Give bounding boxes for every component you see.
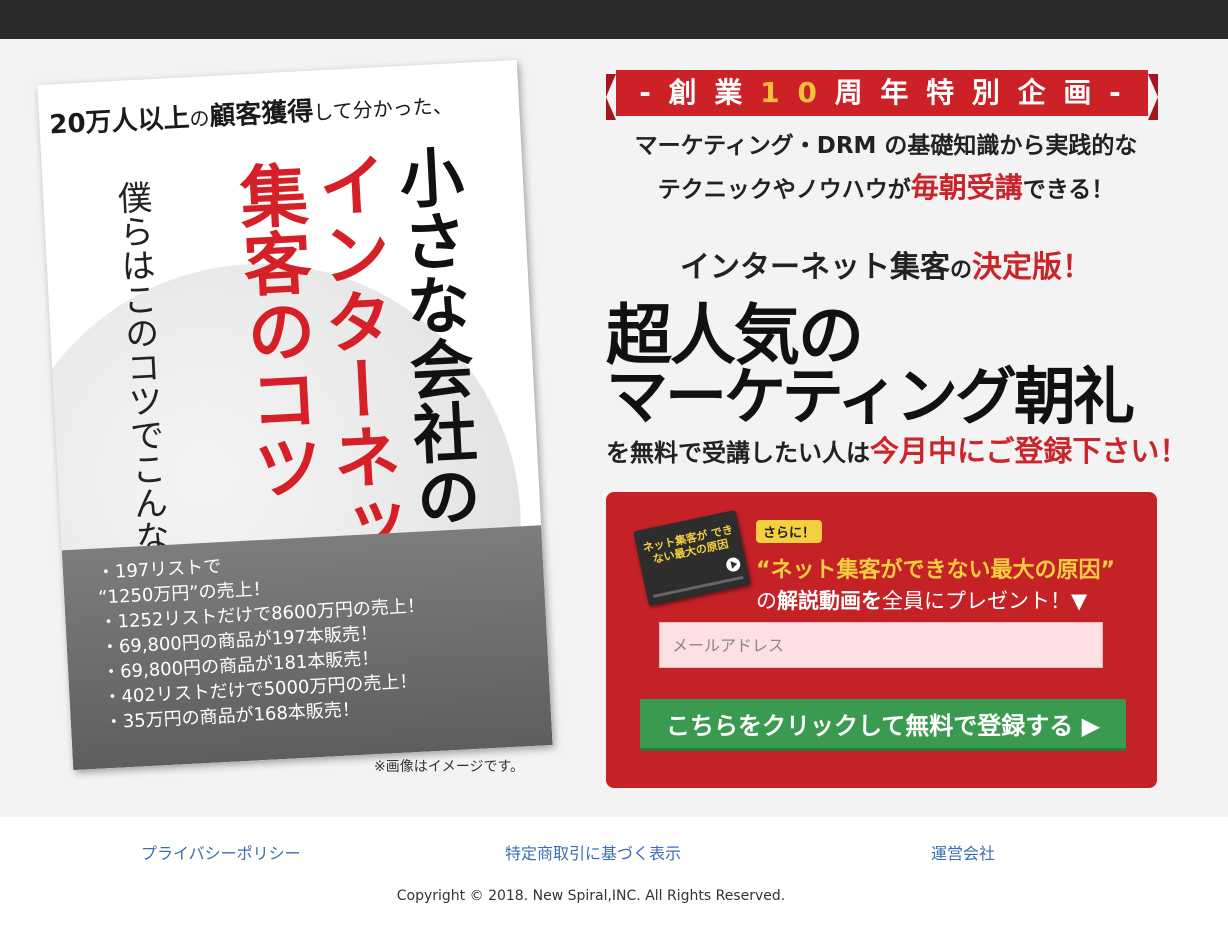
ribbon-number: 1 0 [760, 76, 821, 109]
sub-headline: インターネット集客の決定版！ [606, 242, 1166, 286]
main-title-line-2: マーケティング朝礼 [606, 360, 1135, 433]
sub-headline-emphasis: 決定版！ [972, 250, 1092, 285]
lead-line-2-text: テクニックやノウハウが [657, 177, 911, 203]
lead-line-2-emphasis: 毎朝受講 [910, 171, 1023, 204]
ribbon-text-left: - 創 業 [639, 76, 761, 109]
gift-text-particle: の [756, 589, 777, 613]
lead-line-1: マーケティング・DRM の基礎知識から実践的な [634, 133, 1138, 159]
book-headline-emphasis: 顧客獲得 [208, 96, 315, 133]
lead-line-2: テクニックやノウハウが毎朝受講できる！ [606, 166, 1166, 206]
gift-description: の解説動画を全員にプレゼント！▼ [756, 585, 1087, 615]
book-headline: 20万人以上の顧客獲得して分かった、 [48, 80, 519, 142]
company-info-link[interactable]: 運営会社 [931, 840, 995, 864]
bonus-badge: さらに！ [756, 520, 823, 543]
video-progress-bar [652, 575, 744, 598]
gift-title: “ネット集客ができない最大の原因” [756, 558, 1115, 583]
register-emphasis: 今月中にご登録下さい！ [870, 434, 1189, 468]
book-headline-number: 20万人以上 [48, 103, 191, 141]
gift-text-emphasis: 解説動画を [777, 589, 882, 613]
ribbon-text-right: 周 年 特 別 企 画 - [820, 76, 1125, 109]
top-bar [0, 0, 1228, 39]
register-text: を無料で受講したい人は [606, 439, 870, 467]
signup-panel: ネット集客が できない最大の原因 さらに！ “ネット集客ができない最大の原因” … [606, 492, 1157, 788]
lead-line-2-tail: できる！ [1022, 177, 1115, 203]
commercial-law-link[interactable]: 特定商取引に基づく表示 [505, 840, 681, 864]
gift-text-tail: 全員にプレゼント！▼ [882, 589, 1088, 613]
book-headline-particle: の [188, 106, 211, 132]
video-caption: ネット集客が できない最大の原因 [641, 523, 735, 567]
play-icon [724, 556, 742, 573]
anniversary-ribbon: - 創 業 1 0 周 年 特 別 企 画 - [606, 70, 1158, 120]
book-cover-image: 20万人以上の顧客獲得して分かった、 僕らはこのコツでこんな結果が誕生！ 集客の… [37, 59, 553, 771]
video-thumbnail: ネット集客が できない最大の原因 [633, 510, 751, 606]
image-note: ※画像はイメージです。 [374, 759, 525, 775]
register-call-to-action: を無料で受講したい人は今月中にご登録下さい！ [606, 428, 1188, 470]
sub-headline-text: インターネット集客 [679, 250, 950, 285]
book-headline-tail: して分かった、 [312, 93, 454, 125]
privacy-policy-link[interactable]: プライバシーポリシー [141, 840, 301, 864]
register-button[interactable]: こちらをクリックして無料で登録する ▶ [640, 699, 1126, 751]
copyright-text: Copyright © 2018. New Spiral,INC. All Ri… [396, 888, 786, 904]
book-results-list: ・197リストで “1250万円”の売上！ ・1252リストだけで8600万円の… [96, 544, 430, 736]
email-field[interactable] [659, 622, 1103, 668]
sub-headline-particle: の [949, 258, 972, 283]
